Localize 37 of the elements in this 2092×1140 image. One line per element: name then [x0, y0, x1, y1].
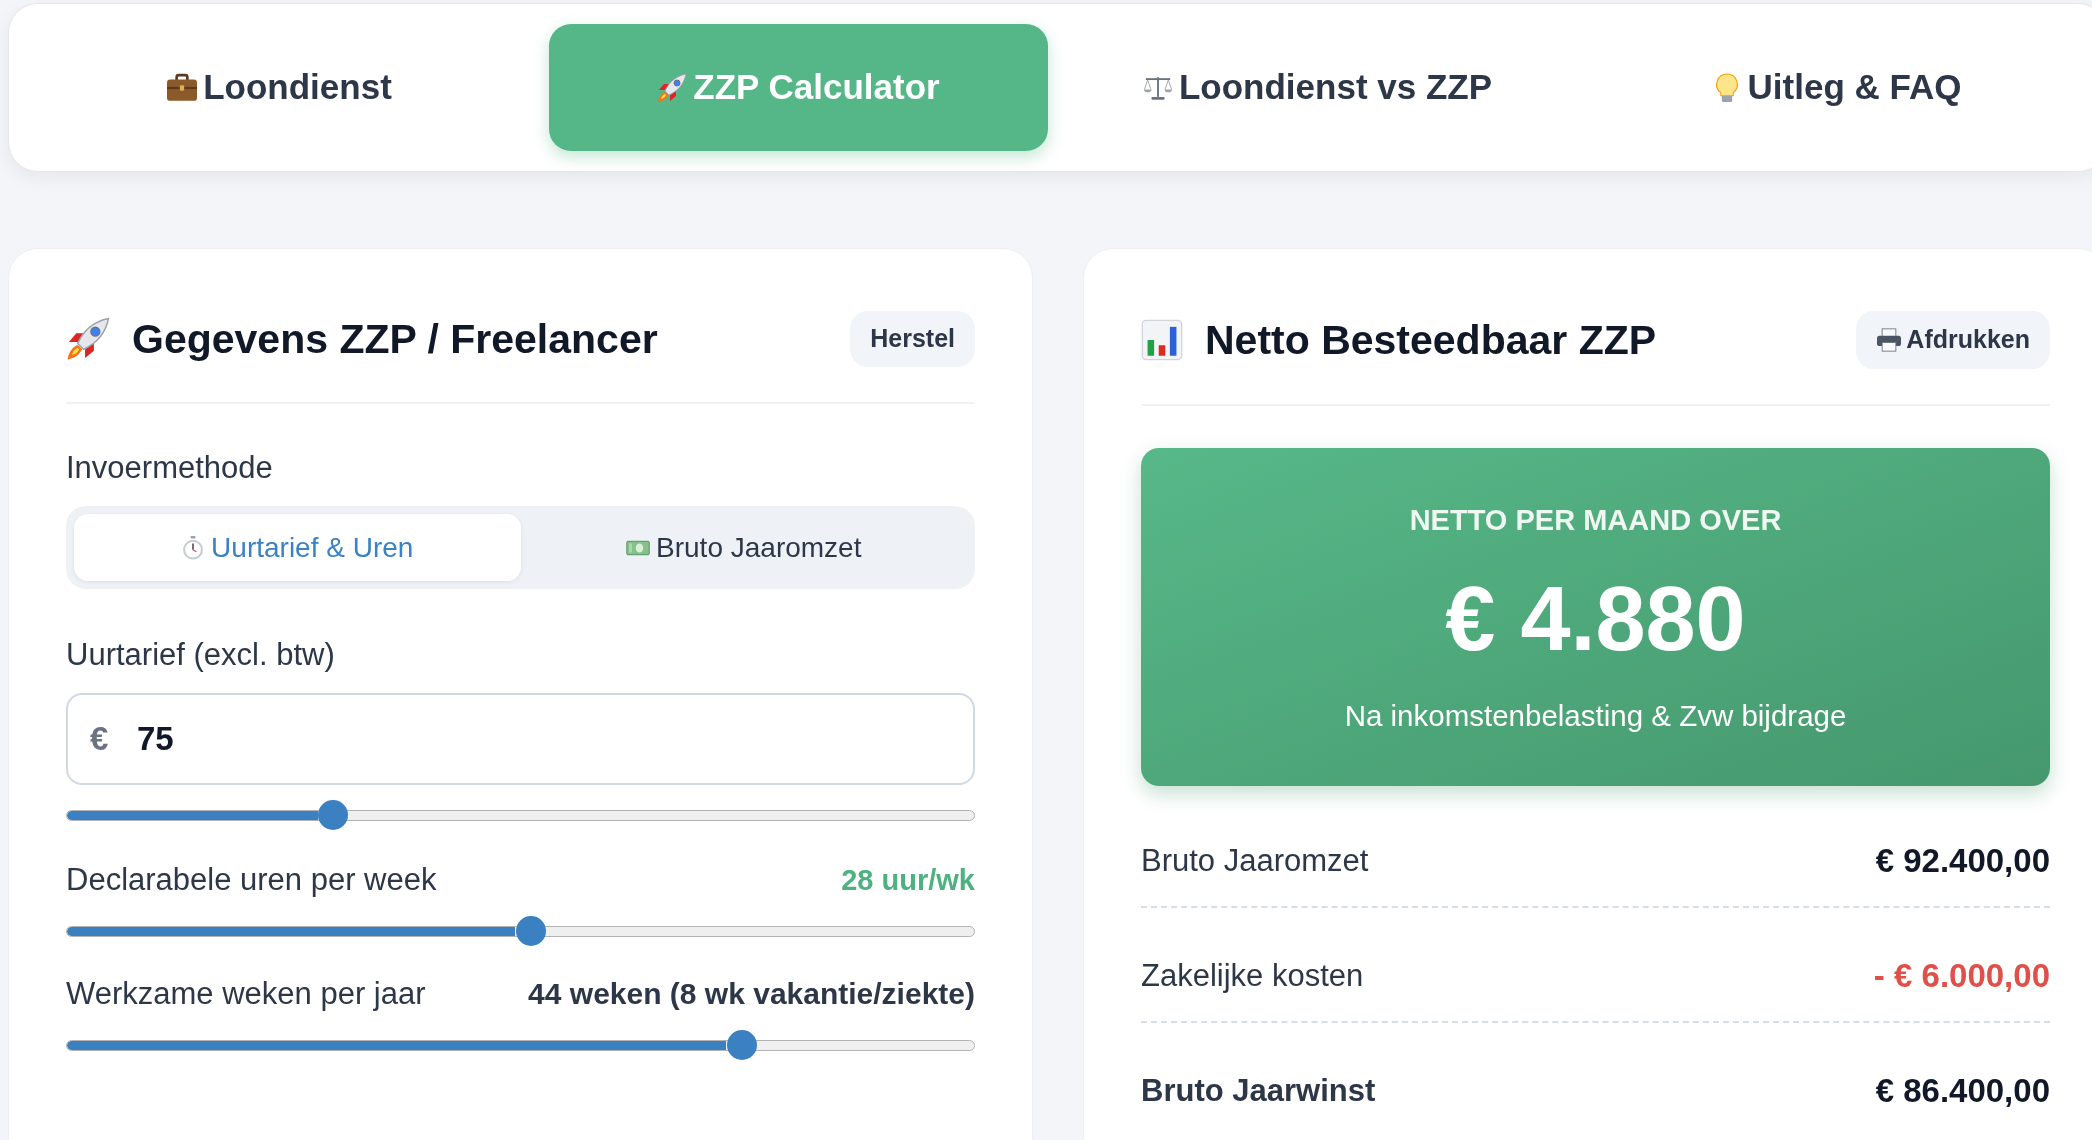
- briefcase-icon: [167, 72, 198, 103]
- net-amount: € 4.880: [1445, 574, 1746, 664]
- weeks-reading: 44 weken (8 wk vakantie/ziekte): [528, 976, 975, 1012]
- slider-track[interactable]: [66, 1039, 975, 1051]
- panel-title: Netto Besteedbaar ZZP: [1205, 316, 1657, 365]
- field-label: Invoermethode: [66, 450, 274, 486]
- currency-prefix: €: [90, 719, 109, 759]
- field-label: Declarabele uren per week: [66, 862, 437, 898]
- summary-caption: NETTO PER MAAND OVER: [1409, 503, 1782, 538]
- slider-track[interactable]: [66, 925, 975, 937]
- slider-thumb[interactable]: [727, 1030, 758, 1060]
- printer-icon: [1876, 328, 1903, 352]
- breakdown-value: - € 6.000,00: [1873, 958, 2050, 994]
- method-option[interactable]: Bruto Jaaromzet: [520, 514, 967, 581]
- method-option[interactable]: Uurtarief & Uren: [74, 514, 521, 581]
- panel-title: Gegevens ZZP / Freelancer: [132, 315, 658, 364]
- nav-tab[interactable]: Loondienst vs ZZP: [1068, 24, 1567, 151]
- breakdown-label: Bruto Jaaromzet: [1141, 843, 1369, 879]
- reset-button[interactable]: Herstel: [850, 311, 975, 367]
- hours-reading: 28 uur/wk: [841, 863, 975, 898]
- rocket-icon: [657, 72, 688, 103]
- slider-thumb[interactable]: [318, 800, 349, 830]
- field-label: Uurtarief (excl. btw): [66, 637, 336, 673]
- nav-tab[interactable]: Uitleg & FAQ: [1587, 24, 2086, 151]
- nav-tab[interactable]: Loondienst: [30, 24, 529, 151]
- bar-chart-icon: [1141, 319, 1183, 361]
- field-label: Werkzame weken per jaar: [66, 976, 426, 1012]
- rocket-icon: [66, 317, 110, 361]
- breakdown-value: € 86.400,00: [1875, 1073, 2050, 1109]
- summary-note: Na inkomstenbelasting & Zvw bijdrage: [1344, 698, 1847, 734]
- print-button[interactable]: Afdrukken: [1856, 311, 2050, 369]
- slider-thumb[interactable]: [516, 916, 547, 946]
- stopwatch-icon: [181, 535, 206, 560]
- breakdown-label: Zakelijke kosten: [1141, 958, 1364, 994]
- breakdown-value: € 92.400,00: [1875, 843, 2050, 879]
- breakdown-label: Bruto Jaarwinst: [1141, 1073, 1376, 1109]
- slider-track[interactable]: [66, 809, 975, 821]
